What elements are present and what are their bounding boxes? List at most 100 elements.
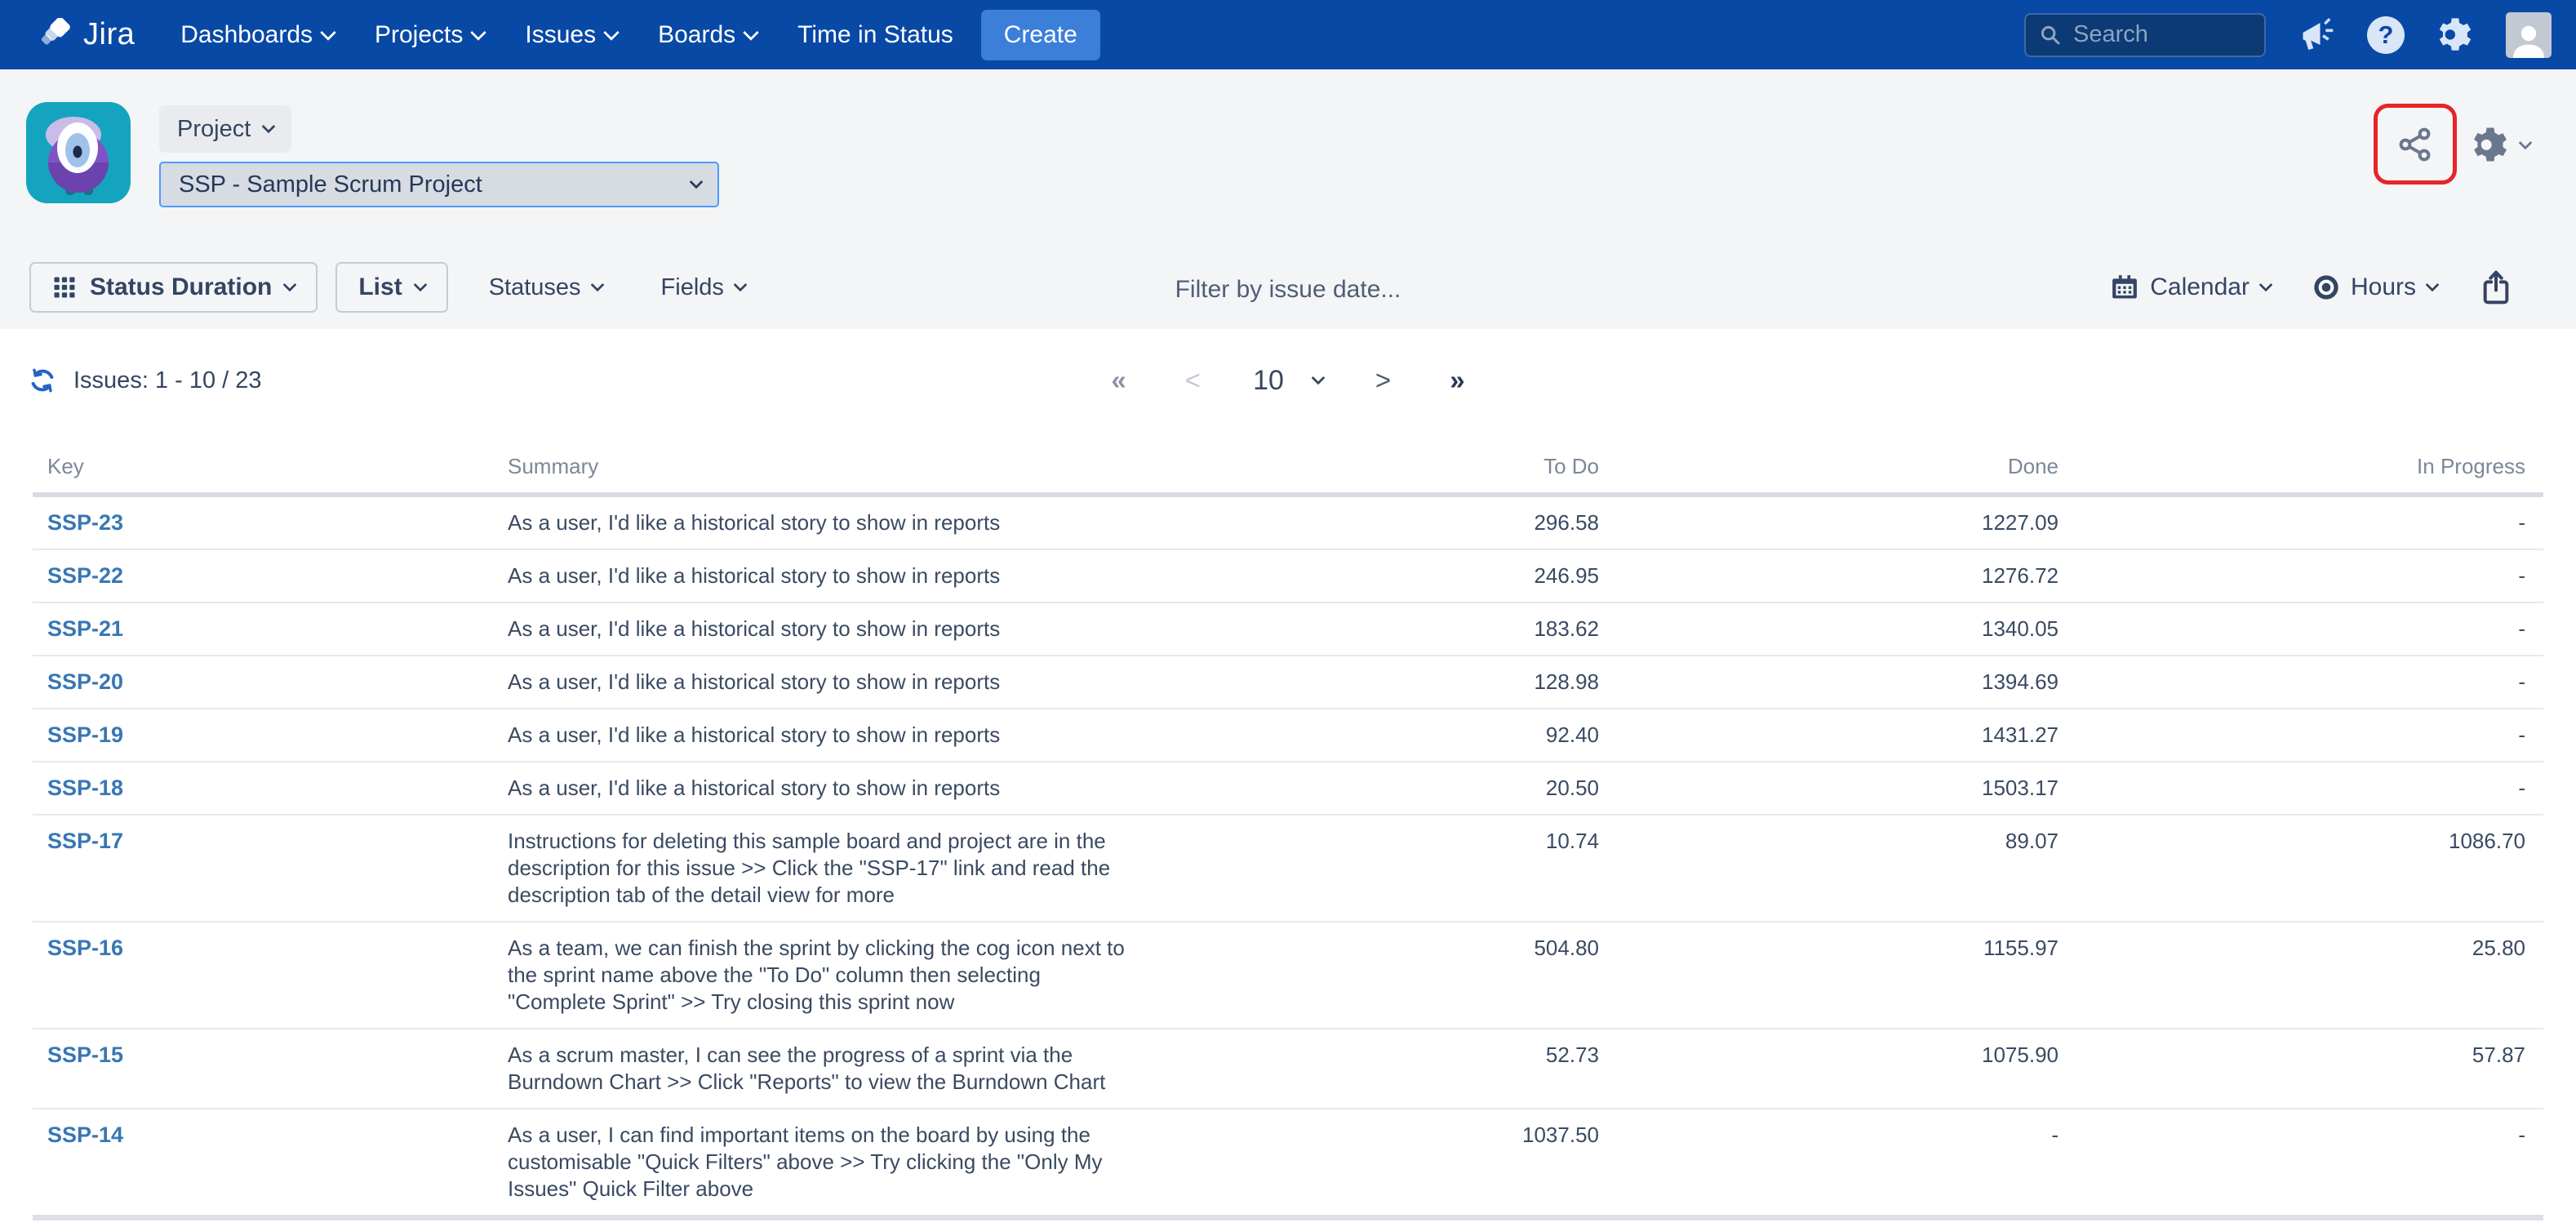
create-button[interactable]: Create	[981, 10, 1100, 60]
pagination-last-button[interactable]: »	[1443, 365, 1471, 396]
column-header-done[interactable]: Done	[1599, 454, 2059, 495]
in-progress-value: -	[2059, 495, 2543, 549]
project-select-value: SSP - Sample Scrum Project	[179, 171, 482, 198]
page-size-value: 10	[1253, 365, 1284, 397]
chevron-down-icon	[743, 24, 759, 41]
chevron-down-icon	[470, 24, 486, 41]
nav-item-label: Issues	[525, 21, 596, 49]
statuses-dropdown[interactable]: Statuses	[489, 274, 602, 301]
layout-label: List	[358, 273, 402, 301]
in-progress-value: 25.80	[2059, 922, 2543, 1029]
done-value: 1431.27	[1599, 709, 2059, 762]
jira-time-in-status-page: Jira Dashboards Projects Issues Boards T…	[0, 0, 2576, 1227]
table-row: SSP-19 As a user, I'd like a historical …	[33, 709, 2543, 762]
issue-key-link[interactable]: SSP-14	[47, 1123, 123, 1147]
share-button[interactable]	[2396, 125, 2435, 164]
done-value: -	[1599, 1109, 2059, 1218]
refresh-icon[interactable]	[29, 367, 56, 393]
chevron-down-icon	[2426, 278, 2440, 292]
issue-summary: As a team, we can finish the sprint by c…	[508, 935, 1144, 1016]
nav-item-time-in-status[interactable]: Time in Status	[797, 21, 953, 49]
issue-key-link[interactable]: SSP-22	[47, 563, 123, 588]
column-header-key[interactable]: Key	[33, 454, 508, 495]
pagination-next-button[interactable]: >	[1369, 365, 1397, 396]
settings-gear-icon[interactable]	[2436, 16, 2475, 55]
in-progress-value: 1086.70	[2059, 815, 2543, 922]
column-header-todo[interactable]: To Do	[1242, 454, 1599, 495]
nav-item-label: Time in Status	[797, 21, 953, 49]
view-type-dropdown[interactable]: Status Duration	[29, 262, 318, 313]
nav-item-label: Boards	[658, 21, 735, 49]
calendar-dropdown[interactable]: Calendar	[2111, 273, 2271, 301]
todo-value: 183.62	[1242, 602, 1599, 656]
nav-item-label: Projects	[375, 21, 463, 49]
todo-value: 504.80	[1242, 922, 1599, 1029]
done-value: 1155.97	[1599, 922, 2059, 1029]
time-units-dropdown[interactable]: Hours	[2313, 273, 2437, 301]
chevron-down-icon	[2519, 136, 2533, 150]
calendar-label: Calendar	[2150, 273, 2250, 301]
pagination-first-button[interactable]: «	[1104, 365, 1132, 396]
done-value: 1075.90	[1599, 1029, 2059, 1109]
issue-key-link[interactable]: SSP-15	[47, 1043, 123, 1067]
project-select[interactable]: SSP - Sample Scrum Project	[159, 162, 719, 207]
project-type-label: Project	[177, 116, 251, 143]
chevron-down-icon	[413, 278, 427, 292]
issue-key-link[interactable]: SSP-20	[47, 669, 123, 694]
units-label: Hours	[2351, 273, 2416, 301]
jira-logo-text: Jira	[83, 17, 135, 52]
table-row: SSP-17 Instructions for deleting this sa…	[33, 815, 2543, 922]
user-avatar[interactable]	[2506, 12, 2552, 58]
column-header-summary[interactable]: Summary	[508, 454, 1242, 495]
nav-item-boards[interactable]: Boards	[658, 21, 757, 49]
project-type-dropdown[interactable]: Project	[159, 105, 291, 153]
filter-by-issue-date-input[interactable]: Filter by issue date...	[1175, 276, 1401, 304]
jira-logo[interactable]: Jira	[39, 17, 135, 52]
table-row: SSP-15 As a scrum master, I can see the …	[33, 1029, 2543, 1109]
report-settings-button[interactable]	[2470, 122, 2530, 168]
fields-dropdown[interactable]: Fields	[661, 274, 745, 301]
done-value: 1276.72	[1599, 549, 2059, 602]
issue-key-link[interactable]: SSP-23	[47, 510, 123, 535]
in-progress-value: -	[2059, 602, 2543, 656]
help-icon[interactable]: ?	[2367, 16, 2405, 54]
time-in-status-table: Key Summary To Do Done In Progress SSP-2…	[33, 454, 2543, 1220]
issues-count-label: Issues: 1 - 10 / 23	[73, 367, 262, 394]
page-size-dropdown[interactable]: 10	[1253, 365, 1323, 397]
issue-key-link[interactable]: SSP-16	[47, 936, 123, 960]
toolbar-right: Calendar Hours	[2111, 261, 2512, 313]
table-row: SSP-20 As a user, I'd like a historical …	[33, 656, 2543, 709]
table-row: SSP-14 As a user, I can find important i…	[33, 1109, 2543, 1218]
pagination-prev-button[interactable]: <	[1179, 365, 1207, 396]
todo-value: 52.73	[1242, 1029, 1599, 1109]
view-type-label: Status Duration	[90, 273, 272, 301]
issues-count-row: Issues: 1 - 10 / 23	[29, 358, 262, 403]
column-header-in-progress[interactable]: In Progress	[2059, 454, 2543, 495]
chevron-down-icon	[603, 24, 620, 41]
issue-key-link[interactable]: SSP-18	[47, 776, 123, 800]
chevron-down-icon	[733, 278, 747, 292]
nav-item-dashboards[interactable]: Dashboards	[180, 21, 334, 49]
chevron-down-icon	[262, 120, 276, 134]
nav-item-issues[interactable]: Issues	[525, 21, 617, 49]
issue-summary: As a user, I'd like a historical story t…	[508, 509, 1144, 536]
table-row: SSP-23 As a user, I'd like a historical …	[33, 495, 2543, 549]
issue-key-link[interactable]: SSP-21	[47, 616, 123, 641]
issue-key-link[interactable]: SSP-17	[47, 829, 123, 853]
table-row: SSP-16 As a team, we can finish the spri…	[33, 922, 2543, 1029]
done-value: 1394.69	[1599, 656, 2059, 709]
gear-icon	[2470, 125, 2511, 166]
issue-key-link[interactable]: SSP-19	[47, 722, 123, 747]
table-row: SSP-21 As a user, I'd like a historical …	[33, 602, 2543, 656]
issue-summary: As a user, I'd like a historical story t…	[508, 775, 1144, 802]
search-input[interactable]: Search	[2024, 13, 2266, 57]
in-progress-value: -	[2059, 1109, 2543, 1218]
feedback-megaphone-icon[interactable]	[2297, 16, 2336, 55]
circled-dot-icon	[2313, 274, 2339, 300]
layout-dropdown[interactable]: List	[335, 262, 447, 313]
chevron-down-icon	[690, 176, 704, 189]
in-progress-value: -	[2059, 709, 2543, 762]
nav-item-projects[interactable]: Projects	[375, 21, 484, 49]
chevron-down-icon	[320, 24, 336, 41]
export-button[interactable]	[2480, 269, 2512, 305]
